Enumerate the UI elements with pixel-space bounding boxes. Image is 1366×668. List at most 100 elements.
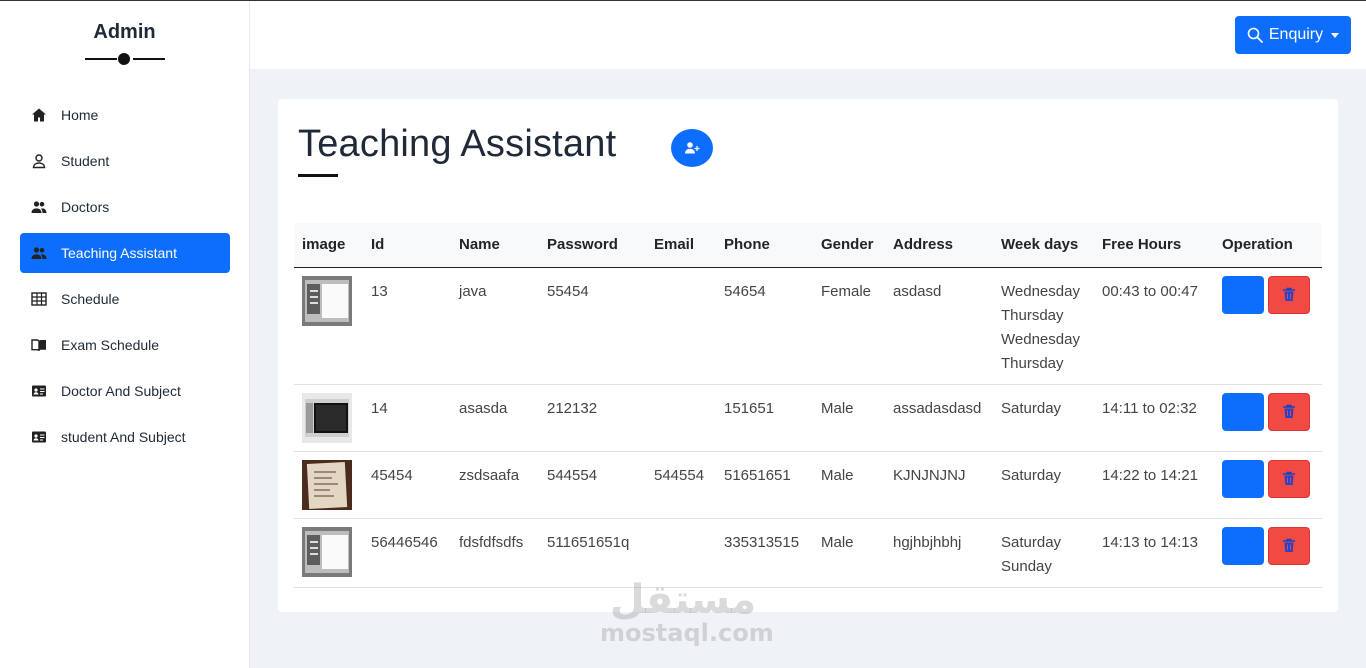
sidebar-item-label: Home: [61, 107, 99, 123]
sidebar-item-student[interactable]: Student: [20, 141, 230, 181]
edit-button[interactable]: [1222, 392, 1264, 431]
sidebar-item-schedule[interactable]: Schedule: [20, 279, 230, 319]
table-row: 45454 zsdsaafa 544554 544554 51651651 Ma…: [294, 451, 1322, 519]
column-header: Id: [363, 223, 451, 268]
title-underline: [298, 174, 338, 177]
edit-button[interactable]: [1222, 526, 1264, 565]
sidebar-item-label: Exam Schedule: [61, 337, 160, 353]
table-row: 56446546 fdsfdfsdfs 511651651q 335313515…: [294, 518, 1322, 588]
brand-divider: [84, 52, 165, 66]
watermark-latin: mostaql.com: [600, 619, 774, 647]
sidebar: Admin Home Student Doctors Teaching Assi…: [0, 1, 250, 668]
brand-title: Admin: [93, 21, 156, 43]
column-header: Phone: [716, 223, 813, 268]
sidebar-nav: Home Student Doctors Teaching Assistant …: [20, 95, 230, 463]
edit-button[interactable]: [1222, 459, 1264, 498]
trash-icon: [1283, 471, 1295, 485]
enquiry-label: Enquiry: [1268, 26, 1324, 43]
thumbnail-image: [302, 275, 352, 326]
cell-phone: 151651: [716, 384, 813, 452]
cell-week-days: Saturday Sunday: [993, 518, 1094, 588]
cell-password: 544554: [539, 451, 646, 519]
column-header: Address: [885, 223, 993, 268]
sidebar-item-label: Doctor And Subject: [61, 383, 181, 399]
id-card-icon: [30, 428, 48, 446]
column-header: Operation: [1214, 223, 1322, 268]
cell-email: [646, 267, 716, 385]
page-title: Teaching Assistant: [298, 123, 617, 165]
teaching-assistant-table: image Id Name Password Email Phone Gende…: [294, 223, 1322, 588]
delete-button[interactable]: [1268, 275, 1310, 314]
thumbnail-image: [302, 526, 352, 577]
cell-operation: [1214, 267, 1322, 385]
column-header: image: [294, 223, 363, 268]
delete-button[interactable]: [1268, 392, 1310, 431]
table-row: 14 asasda 212132 151651 Male assadasdasd…: [294, 384, 1322, 452]
cell-phone: 51651651: [716, 451, 813, 519]
cell-name: fdsfdfsdfs: [451, 518, 539, 588]
id-card-icon: [30, 382, 48, 400]
cell-email: 544554: [646, 451, 716, 519]
cell-free-hours: 00:43 to 00:47: [1094, 267, 1214, 385]
add-teaching-assistant-button[interactable]: [671, 129, 713, 167]
image-cell: [294, 267, 363, 385]
cell-password: 55454: [539, 267, 646, 385]
column-header: Week days: [993, 223, 1094, 268]
enquiry-dropdown-button[interactable]: Enquiry: [1235, 16, 1351, 54]
cell-free-hours: 14:13 to 14:13: [1094, 518, 1214, 588]
book-icon: [30, 336, 48, 354]
sidebar-item-label: Teaching Assistant: [61, 245, 177, 261]
cell-gender: Male: [813, 451, 885, 519]
cell-operation: [1214, 518, 1322, 588]
content-card: Teaching Assistant image Id Name Passwor…: [278, 99, 1338, 612]
cell-week-days: Wednesday Thursday Wednesday Thursday: [993, 267, 1094, 385]
sidebar-item-label: Schedule: [61, 291, 120, 307]
sidebar-item-teaching-assistant[interactable]: Teaching Assistant: [20, 233, 230, 273]
cell-week-days: Saturday: [993, 384, 1094, 452]
cell-gender: Male: [813, 384, 885, 452]
sidebar-item-doctors[interactable]: Doctors: [20, 187, 230, 227]
sidebar-item-label: student And Subject: [61, 429, 186, 445]
table-header-row: image Id Name Password Email Phone Gende…: [294, 223, 1322, 268]
cell-name: java: [451, 267, 539, 385]
week-day: Saturday: [1001, 466, 1062, 484]
thumbnail-image: [302, 392, 352, 443]
image-cell: [294, 451, 363, 519]
cell-free-hours: 14:22 to 14:21: [1094, 451, 1214, 519]
sidebar-item-exam-schedule[interactable]: Exam Schedule: [20, 325, 230, 365]
trash-icon: [1283, 287, 1295, 301]
delete-button[interactable]: [1268, 459, 1310, 498]
image-cell: [294, 518, 363, 588]
column-header: Free Hours: [1094, 223, 1214, 268]
users-icon: [30, 198, 48, 216]
watermark-logo: مستقل mostaql.com: [600, 577, 774, 647]
cell-operation: [1214, 384, 1322, 452]
table-row: 13 java 55454 54654 Female asdasd Wednes…: [294, 267, 1322, 385]
sidebar-item-home[interactable]: Home: [20, 95, 230, 135]
watermark-arabic: مستقل: [609, 577, 757, 623]
trash-icon: [1283, 538, 1295, 552]
sidebar-item-doctor-and-subject[interactable]: Doctor And Subject: [20, 371, 230, 411]
users-icon: [30, 244, 48, 262]
cell-gender: Male: [813, 518, 885, 588]
sidebar-item-student-and-subject[interactable]: student And Subject: [20, 417, 230, 457]
week-day: Wednesday: [1001, 282, 1080, 300]
column-header: Email: [646, 223, 716, 268]
cell-address: asdasd: [885, 267, 993, 385]
search-icon: [1247, 27, 1263, 43]
table-icon: [30, 290, 48, 308]
delete-button[interactable]: [1268, 526, 1310, 565]
cell-password: 212132: [539, 384, 646, 452]
user-icon: [30, 152, 48, 170]
cell-id: 13: [363, 267, 451, 385]
column-header: Name: [451, 223, 539, 268]
edit-button[interactable]: [1222, 275, 1264, 314]
cell-address: KJNJNJNJ: [885, 451, 993, 519]
column-header: Gender: [813, 223, 885, 268]
cell-address: hgjhbjhbhj: [885, 518, 993, 588]
cell-id: 45454: [363, 451, 451, 519]
image-cell: [294, 384, 363, 452]
cell-id: 56446546: [363, 518, 451, 588]
cell-gender: Female: [813, 267, 885, 385]
cell-name: asasda: [451, 384, 539, 452]
